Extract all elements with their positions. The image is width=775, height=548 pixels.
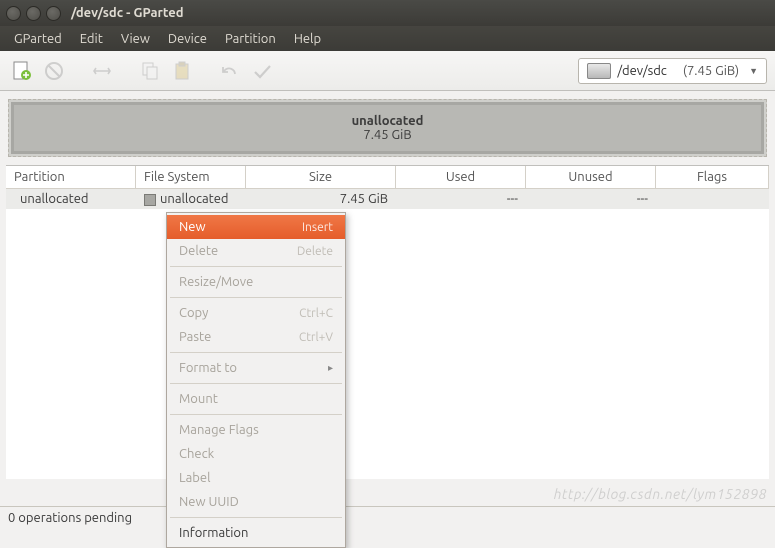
menu-device[interactable]: Device <box>160 29 215 49</box>
chevron-right-icon: ▸ <box>328 362 333 374</box>
col-header-partition[interactable]: Partition <box>6 166 136 188</box>
col-header-unused[interactable]: Unused <box>526 166 656 188</box>
menu-gparted[interactable]: GParted <box>6 29 70 49</box>
cell-size: 7.45 GiB <box>246 189 396 209</box>
cm-mount: Mount <box>167 387 345 411</box>
menu-view[interactable]: View <box>113 29 158 49</box>
cm-mount-label: Mount <box>179 392 218 406</box>
undo-icon <box>219 60 241 82</box>
cm-resize-move: Resize/Move <box>167 270 345 294</box>
context-menu: New Insert Delete Delete Resize/Move Cop… <box>166 212 346 548</box>
harddisk-icon <box>587 63 611 79</box>
cm-copy-label: Copy <box>179 306 208 320</box>
cm-format-to: Format to ▸ <box>167 356 345 380</box>
col-header-filesystem[interactable]: File System <box>136 166 246 188</box>
apply-checkmark-icon <box>251 60 273 82</box>
cm-check: Check <box>167 442 345 466</box>
cm-separator <box>170 414 342 415</box>
cm-separator <box>170 266 342 267</box>
status-text: 0 operations pending <box>8 511 132 525</box>
cm-paste-accel: Ctrl+V <box>299 331 333 344</box>
cell-unused: --- <box>526 189 656 209</box>
cm-paste: Paste Ctrl+V <box>167 325 345 349</box>
cm-check-label: Check <box>179 447 214 461</box>
titlebar: /dev/sdc - GParted <box>0 0 775 26</box>
col-header-size[interactable]: Size <box>246 166 396 188</box>
cm-separator <box>170 352 342 353</box>
graph-label: unallocated <box>352 114 424 128</box>
cm-resize-label: Resize/Move <box>179 275 253 289</box>
cm-manage-flags: Manage Flags <box>167 418 345 442</box>
menu-help[interactable]: Help <box>286 29 329 49</box>
cm-label-label: Label <box>179 471 211 485</box>
no-entry-icon <box>43 60 65 82</box>
partition-graph[interactable]: unallocated 7.45 GiB <box>8 99 767 157</box>
graph-size: 7.45 GiB <box>363 128 411 142</box>
device-path: /dev/sdc <box>617 64 667 78</box>
copy-button <box>136 57 164 85</box>
menu-partition[interactable]: Partition <box>217 29 284 49</box>
cm-information-label: Information <box>179 526 248 540</box>
cell-fs-text: unallocated <box>160 192 229 206</box>
window-controls <box>6 6 61 21</box>
watermark: http://blog.csdn.net/lym152898 <box>554 486 767 502</box>
window-title: /dev/sdc - GParted <box>71 6 184 20</box>
maximize-window-button[interactable] <box>46 6 61 21</box>
cell-flags <box>656 189 769 209</box>
paste-icon <box>171 60 193 82</box>
cm-new-uuid: New UUID <box>167 490 345 514</box>
cm-separator <box>170 297 342 298</box>
cm-new-uuid-label: New UUID <box>179 495 239 509</box>
device-selector[interactable]: /dev/sdc (7.45 GiB) ▼ <box>578 58 767 84</box>
minimize-window-button[interactable] <box>26 6 41 21</box>
chevron-down-icon: ▼ <box>749 66 758 76</box>
cm-copy-accel: Ctrl+C <box>299 307 333 320</box>
cm-delete-accel: Delete <box>297 245 333 258</box>
cm-paste-label: Paste <box>179 330 211 344</box>
graph-unallocated[interactable]: unallocated 7.45 GiB <box>11 102 764 154</box>
cm-separator <box>170 383 342 384</box>
cm-copy: Copy Ctrl+C <box>167 301 345 325</box>
toolbar: /dev/sdc (7.45 GiB) ▼ <box>0 51 775 91</box>
cell-partition: unallocated <box>6 189 136 209</box>
close-window-button[interactable] <box>6 6 21 21</box>
cm-manage-flags-label: Manage Flags <box>179 423 259 437</box>
menu-edit[interactable]: Edit <box>72 29 111 49</box>
cm-new-label: New <box>179 220 206 234</box>
apply-button <box>248 57 276 85</box>
cell-filesystem: unallocated <box>136 189 246 209</box>
statusbar: 0 operations pending <box>0 506 775 528</box>
new-partition-button[interactable] <box>8 57 36 85</box>
cm-delete-label: Delete <box>179 244 218 258</box>
table-header: Partition File System Size Used Unused F… <box>6 166 769 189</box>
device-capacity: (7.45 GiB) <box>683 64 739 78</box>
undo-button <box>216 57 244 85</box>
paste-button <box>168 57 196 85</box>
cell-used: --- <box>396 189 526 209</box>
resize-icon <box>91 60 113 82</box>
copy-icon <box>139 60 161 82</box>
table-empty-area <box>6 209 769 479</box>
resize-move-button <box>88 57 116 85</box>
fs-color-chip <box>144 194 156 206</box>
partition-table: Partition File System Size Used Unused F… <box>6 165 769 479</box>
cm-separator <box>170 517 342 518</box>
menubar: GParted Edit View Device Partition Help <box>0 26 775 51</box>
cm-format-label: Format to <box>179 361 237 375</box>
document-new-icon <box>11 60 33 82</box>
cm-information[interactable]: Information <box>167 521 345 545</box>
delete-partition-button <box>40 57 68 85</box>
cm-label: Label <box>167 466 345 490</box>
col-header-flags[interactable]: Flags <box>656 166 769 188</box>
cm-delete: Delete Delete <box>167 239 345 263</box>
cm-new[interactable]: New Insert <box>167 215 345 239</box>
table-row[interactable]: unallocated unallocated 7.45 GiB --- --- <box>6 189 769 209</box>
cm-new-accel: Insert <box>302 221 333 234</box>
col-header-used[interactable]: Used <box>396 166 526 188</box>
